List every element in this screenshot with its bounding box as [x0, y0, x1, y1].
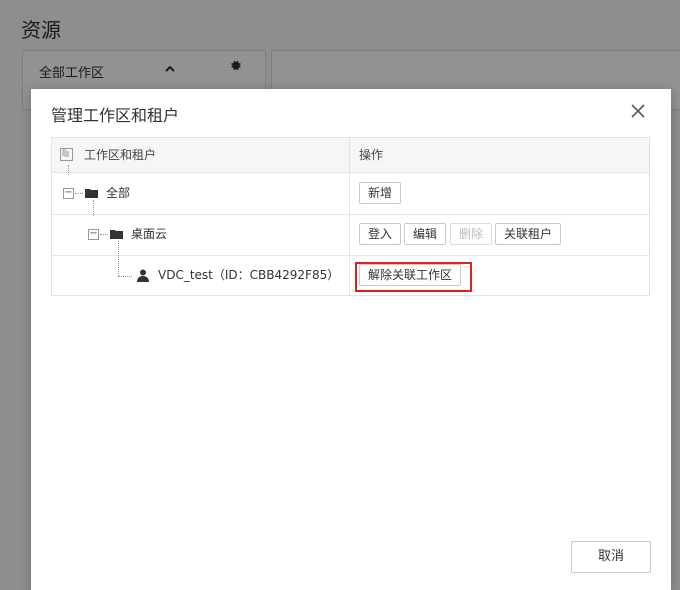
login-button[interactable]: 登入 [359, 223, 402, 245]
folder-icon [85, 189, 98, 198]
collapse-toggle-all[interactable]: − [63, 188, 74, 199]
edit-button[interactable]: 编辑 [404, 223, 447, 245]
associate-tenant-button[interactable]: 关联租户 [495, 223, 562, 245]
tree-line [100, 234, 108, 235]
collapse-toggle-desktop-cloud[interactable]: − [88, 229, 99, 240]
workspace-tree-table: 工作区和租户 操作 − 全部 新增 − 桌面云 登入 编辑 删除 关联租户 VD… [51, 137, 650, 296]
close-icon[interactable] [627, 101, 649, 123]
page-title: 资源 [21, 18, 61, 42]
tree-row-all: − 全部 新增 [52, 165, 649, 215]
cancel-button[interactable]: 取消 [571, 541, 651, 573]
tree-row-desktop-cloud: − 桌面云 登入 编辑 删除 关联租户 [52, 200, 649, 256]
tree-line [75, 193, 83, 194]
workspace-panel-label: 全部工作区 [39, 66, 105, 81]
column-header-actions: 操作 [359, 148, 384, 162]
folder-icon [110, 230, 123, 239]
tree-toggle-icon[interactable] [60, 148, 73, 161]
manage-workspace-dialog: 管理工作区和租户 工作区和租户 操作 − 全部 新增 − 桌面云 登入 编辑 删… [31, 89, 671, 590]
tree-line [93, 200, 94, 216]
table-header: 工作区和租户 操作 [52, 138, 649, 173]
tree-node-label: VDC_test（ID：CBB4292F85） [158, 268, 340, 282]
dialog-title: 管理工作区和租户 [51, 106, 180, 125]
tree-node-label: 全部 [106, 186, 131, 200]
tree-node-label: 桌面云 [131, 227, 168, 241]
chevron-up-icon [165, 62, 175, 76]
gear-icon [229, 59, 242, 76]
user-icon [137, 269, 149, 282]
tree-row-vdc-test: VDC_test（ID：CBB4292F85） 解除关联工作区 [52, 241, 649, 296]
highlight-box [355, 262, 472, 292]
tree-line [118, 276, 132, 277]
add-button[interactable]: 新增 [359, 182, 402, 204]
delete-button[interactable]: 删除 [450, 223, 493, 245]
column-header-name: 工作区和租户 [84, 148, 157, 162]
tree-line [118, 241, 119, 276]
tree-line [68, 165, 69, 175]
